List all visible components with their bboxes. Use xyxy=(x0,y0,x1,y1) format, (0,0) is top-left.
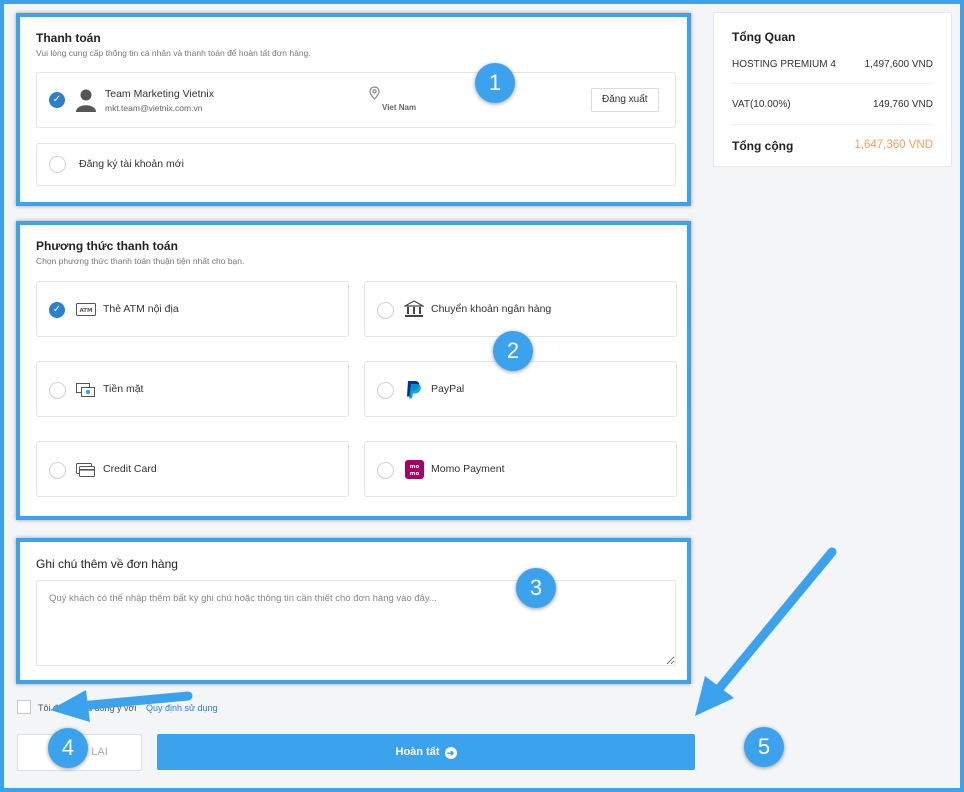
annotation-arrows xyxy=(50,547,837,722)
arrow-down-left-icon xyxy=(695,547,837,716)
arrow-left-icon xyxy=(50,690,193,722)
